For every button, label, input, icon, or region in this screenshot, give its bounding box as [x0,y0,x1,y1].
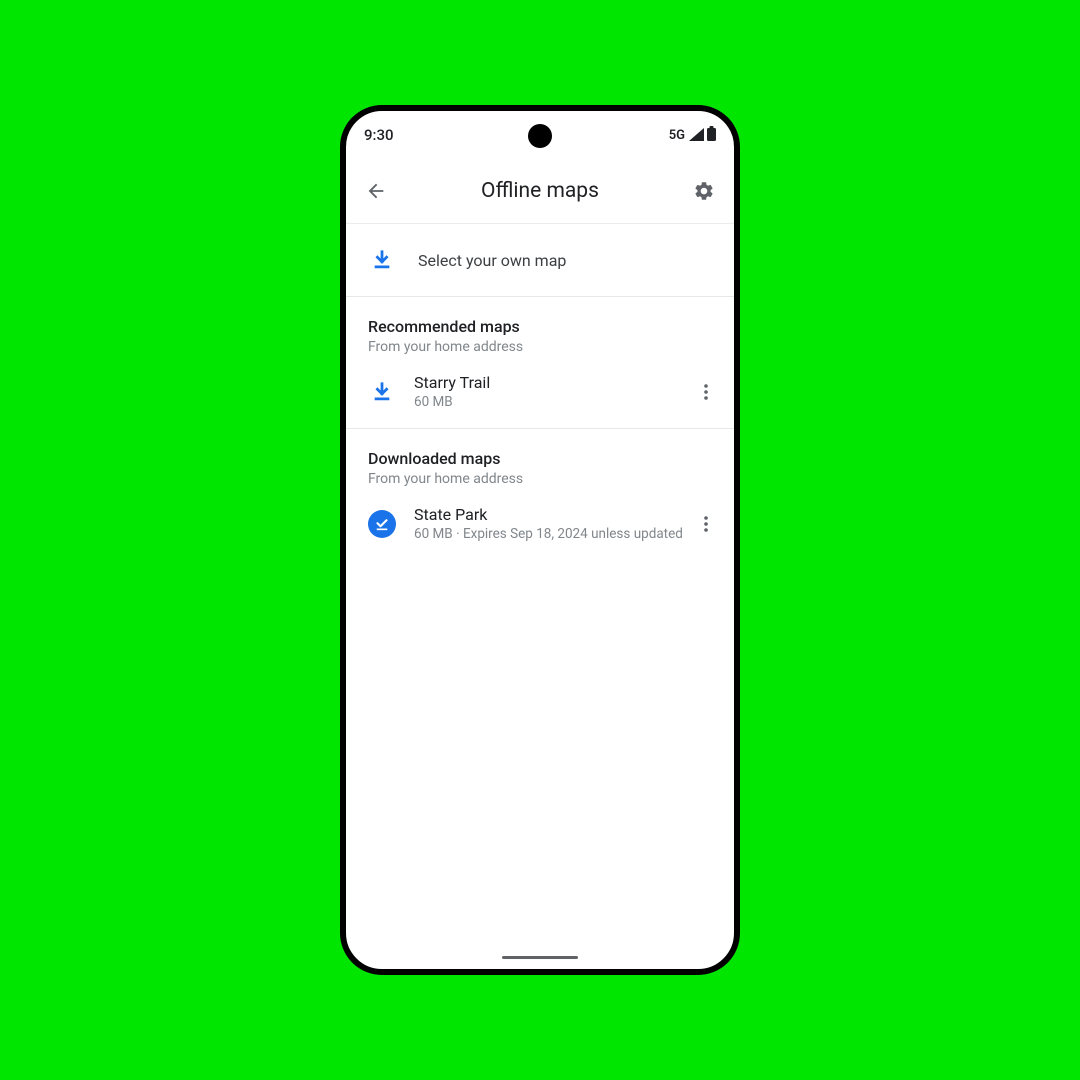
select-own-map[interactable]: Select your own map [346,224,734,297]
status-time: 9:30 [364,126,394,144]
downloaded-title: Downloaded maps [368,449,712,468]
map-text: Starry Trail 60 MB [414,373,696,410]
gear-icon [693,180,715,202]
map-name: Starry Trail [414,373,696,392]
more-vert-icon [704,516,708,532]
more-options-button[interactable] [696,512,716,536]
recommended-section: Recommended maps From your home address [346,297,734,355]
download-icon [368,246,396,274]
map-meta: 60 MB [414,394,696,410]
camera-cutout [528,124,552,148]
map-meta: 60 MB · Expires Sep 18, 2024 unless upda… [414,526,696,542]
map-text: State Park 60 MB · Expires Sep 18, 2024 … [414,505,696,542]
more-options-button[interactable] [696,380,716,404]
battery-icon [707,126,716,145]
downloaded-subtitle: From your home address [368,471,712,487]
signal-icon [689,126,704,145]
select-own-map-label: Select your own map [418,251,566,270]
back-button[interactable] [364,179,388,203]
settings-button[interactable] [692,179,716,203]
network-label: 5G [669,128,685,143]
arrow-left-icon [365,180,387,202]
more-vert-icon [704,384,708,400]
downloaded-badge-icon [368,510,396,538]
phone-frame: 9:30 5G Offline maps [340,105,740,975]
recommended-map-item[interactable]: Starry Trail 60 MB [346,355,734,429]
page-title: Offline maps [388,179,692,203]
recommended-title: Recommended maps [368,317,712,336]
map-name: State Park [414,505,696,524]
downloaded-section: Downloaded maps From your home address [346,429,734,487]
downloaded-map-item[interactable]: State Park 60 MB · Expires Sep 18, 2024 … [346,487,734,560]
recommended-subtitle: From your home address [368,339,712,355]
app-header: Offline maps [346,153,734,224]
home-indicator[interactable] [502,956,578,959]
status-right: 5G [669,126,716,145]
download-icon [368,378,396,406]
